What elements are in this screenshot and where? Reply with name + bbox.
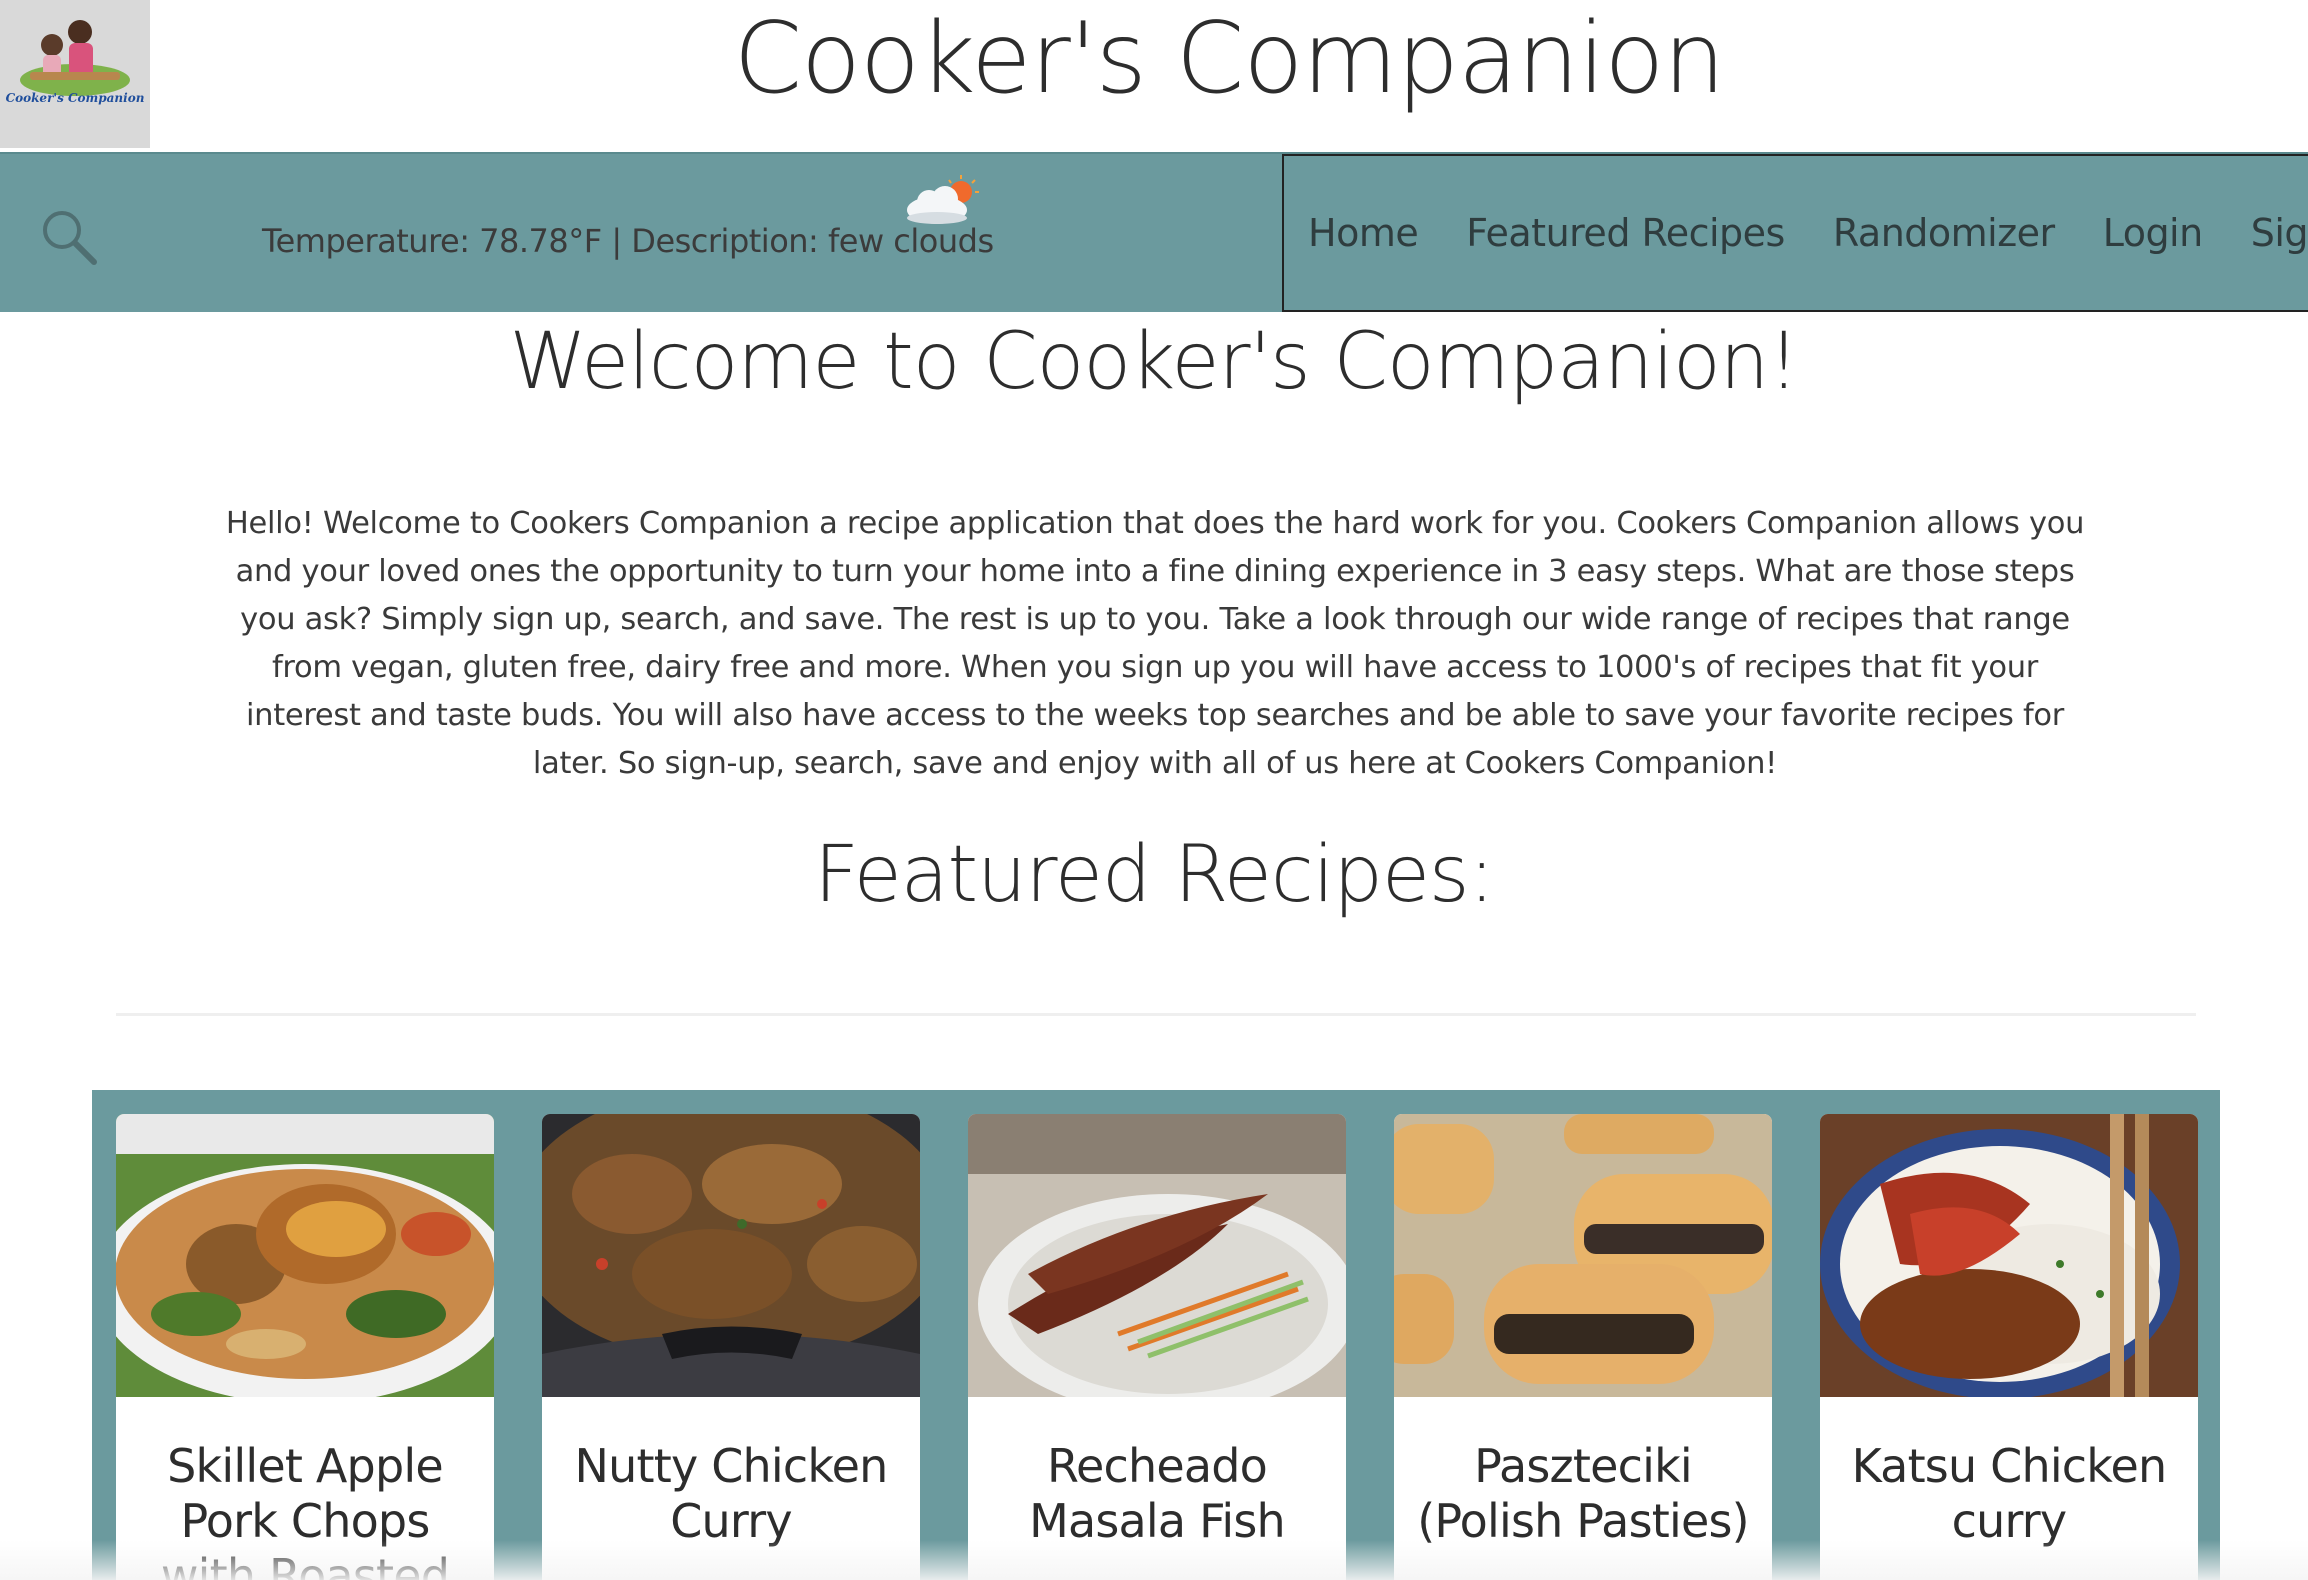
bottom-fade bbox=[0, 1540, 2308, 1580]
nav-link-randomizer[interactable]: Randomizer bbox=[1833, 211, 2055, 255]
recipe-card[interactable]: Skillet Apple Pork Chops with Roasted bbox=[116, 1114, 494, 1580]
recipe-image[interactable] bbox=[1394, 1114, 1772, 1397]
recipe-title[interactable]: Nutty Chicken Curry bbox=[542, 1397, 920, 1549]
recipe-image[interactable] bbox=[1820, 1114, 2198, 1397]
nav-menu: Home Featured Recipes Randomizer Login S… bbox=[1282, 154, 2308, 312]
navbar: Temperature: 78.78°F | Description: few … bbox=[0, 152, 2308, 312]
nav-link-featured-recipes[interactable]: Featured Recipes bbox=[1466, 211, 1785, 255]
weather-info: Temperature: 78.78°F | Description: few … bbox=[262, 222, 994, 260]
search-icon[interactable] bbox=[38, 206, 100, 268]
featured-recipes-heading: Featured Recipes: bbox=[814, 830, 1495, 920]
recipe-card[interactable]: Katsu Chicken curry bbox=[1820, 1114, 2198, 1580]
divider bbox=[116, 1013, 2196, 1016]
page: Cooker's Companion Cooker's Companion Te… bbox=[0, 0, 2308, 1580]
weather-cloud-sun-icon bbox=[907, 175, 979, 224]
recipe-image[interactable] bbox=[116, 1114, 494, 1397]
nav-link-login[interactable]: Login bbox=[2103, 211, 2204, 255]
recipe-card[interactable]: Recheado Masala Fish bbox=[968, 1114, 1346, 1580]
recipe-card[interactable]: Paszteciki (Polish Pasties) bbox=[1394, 1114, 1772, 1580]
recipe-title[interactable]: Recheado Masala Fish bbox=[968, 1397, 1346, 1549]
recipe-card[interactable]: Nutty Chicken Curry bbox=[542, 1114, 920, 1580]
welcome-heading: Welcome to Cooker's Companion! bbox=[509, 317, 1800, 407]
recipe-cards-panel: Skillet Apple Pork Chops with Roasted Nu… bbox=[92, 1090, 2220, 1580]
recipe-image[interactable] bbox=[968, 1114, 1346, 1397]
welcome-paragraph: Hello! Welcome to Cookers Companion a re… bbox=[225, 506, 2085, 781]
recipe-title[interactable]: Katsu Chicken curry bbox=[1820, 1397, 2198, 1549]
nav-link-home[interactable]: Home bbox=[1308, 211, 1419, 255]
recipe-title[interactable]: Paszteciki (Polish Pasties) bbox=[1394, 1397, 1772, 1549]
site-title: Cooker's Companion bbox=[733, 2, 1726, 116]
recipe-image[interactable] bbox=[542, 1114, 920, 1397]
nav-link-sign-up[interactable]: Sign Up bbox=[2251, 211, 2308, 255]
